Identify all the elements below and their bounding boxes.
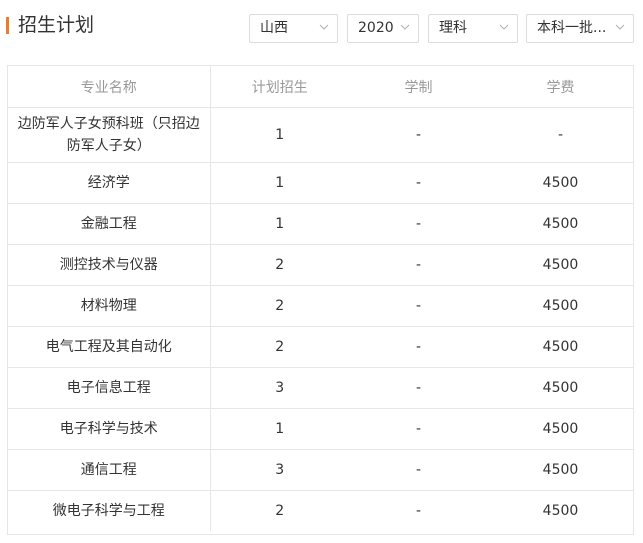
major-name: 电子信息工程 [8,367,211,409]
major-name: 测控技术与仪器 [8,244,211,286]
subject-select-value: 理科 [439,20,467,36]
tuition-fee: 4500 [488,449,633,491]
column-header-major: 专业名称 [8,66,211,108]
plan-count: 1 [210,162,349,204]
study-duration: - [349,203,488,245]
plan-count: 2 [210,285,349,327]
study-duration: - [349,162,488,204]
table-row: 微电子科学与工程 2 - 4500 [8,490,633,531]
plan-count: 2 [275,503,285,519]
column-header-fee: 学费 [488,66,633,108]
tuition-fee: 4500 [488,244,633,286]
study-duration: - [349,408,488,450]
province-select[interactable]: 山西 [249,14,338,43]
major-name: 金融工程 [8,203,211,245]
tuition-fee: 4500 [488,408,633,450]
major-name: 通信工程 [8,449,211,491]
major-name: 经济学 [8,162,211,204]
plan-count: 2 [210,326,349,368]
tuition-fee: 4500 [488,203,633,245]
table-row: 电气工程及其自动化 2 - 4500 [8,326,633,368]
year-select[interactable]: 2020 [347,14,419,43]
plan-count: 3 [210,449,349,491]
table-row: 边防军人子女预科班（只招边防军人子女） 1 - - [8,107,633,163]
province-select-value: 山西 [260,20,288,36]
tuition-fee: 4500 [542,503,579,519]
tuition-fee: - [488,107,633,163]
major-name: 电气工程及其自动化 [8,326,211,368]
batch-select[interactable]: 本科一批... [526,14,634,43]
tuition-fee: 4500 [488,285,633,327]
study-duration: - [349,326,488,368]
chevron-down-icon [499,24,509,30]
chevron-down-icon [615,24,625,30]
table-row: 测控技术与仪器 2 - 4500 [8,244,633,286]
major-name: 微电子科学与工程 [8,490,211,531]
table-row: 电子科学与技术 1 - 4500 [8,408,633,450]
table-row: 电子信息工程 3 - 4500 [8,367,633,409]
table-row: 通信工程 3 - 4500 [8,449,633,491]
section-header: 招生计划 山西 2020 理科 本科一批... [0,0,643,50]
column-header-duration: 学制 [349,66,488,108]
year-select-value: 2020 [358,20,394,36]
title-accent-bar [6,17,9,34]
study-duration: - [349,367,488,409]
subject-select[interactable]: 理科 [428,14,518,43]
major-name: 材料物理 [8,285,211,327]
table-row: 金融工程 1 - 4500 [8,203,633,245]
plan-count: 3 [210,367,349,409]
plan-count: 2 [210,244,349,286]
study-duration: - [415,503,422,519]
table-row: 经济学 1 - 4500 [8,162,633,204]
study-duration: - [349,107,488,163]
section-title: 招生计划 [18,14,95,36]
study-duration: - [349,244,488,286]
batch-select-value: 本科一批... [537,20,607,36]
table-row: 材料物理 2 - 4500 [8,285,633,327]
major-name: 电子科学与技术 [8,408,211,450]
table-header-row: 专业名称 计划招生 学制 学费 [8,66,633,108]
tuition-fee: 4500 [488,367,633,409]
admission-plan-page: 招生计划 山西 2020 理科 本科一批... 专业名称 计划招生 学制 学费 … [0,0,643,543]
plan-count: 1 [210,203,349,245]
plan-count: 1 [210,408,349,450]
admission-plan-table: 专业名称 计划招生 学制 学费 边防军人子女预科班（只招边防军人子女） 1 - … [7,65,634,535]
column-header-plan: 计划招生 [210,66,349,108]
plan-table: 专业名称 计划招生 学制 学费 边防军人子女预科班（只招边防军人子女） 1 - … [8,66,633,531]
chevron-down-icon [400,24,410,30]
study-duration: - [349,285,488,327]
study-duration: - [349,449,488,491]
plan-count: 1 [210,107,349,163]
major-name: 边防军人子女预科班（只招边防军人子女） [8,107,211,163]
tuition-fee: 4500 [488,162,633,204]
chevron-down-icon [319,24,329,30]
tuition-fee: 4500 [488,326,633,368]
